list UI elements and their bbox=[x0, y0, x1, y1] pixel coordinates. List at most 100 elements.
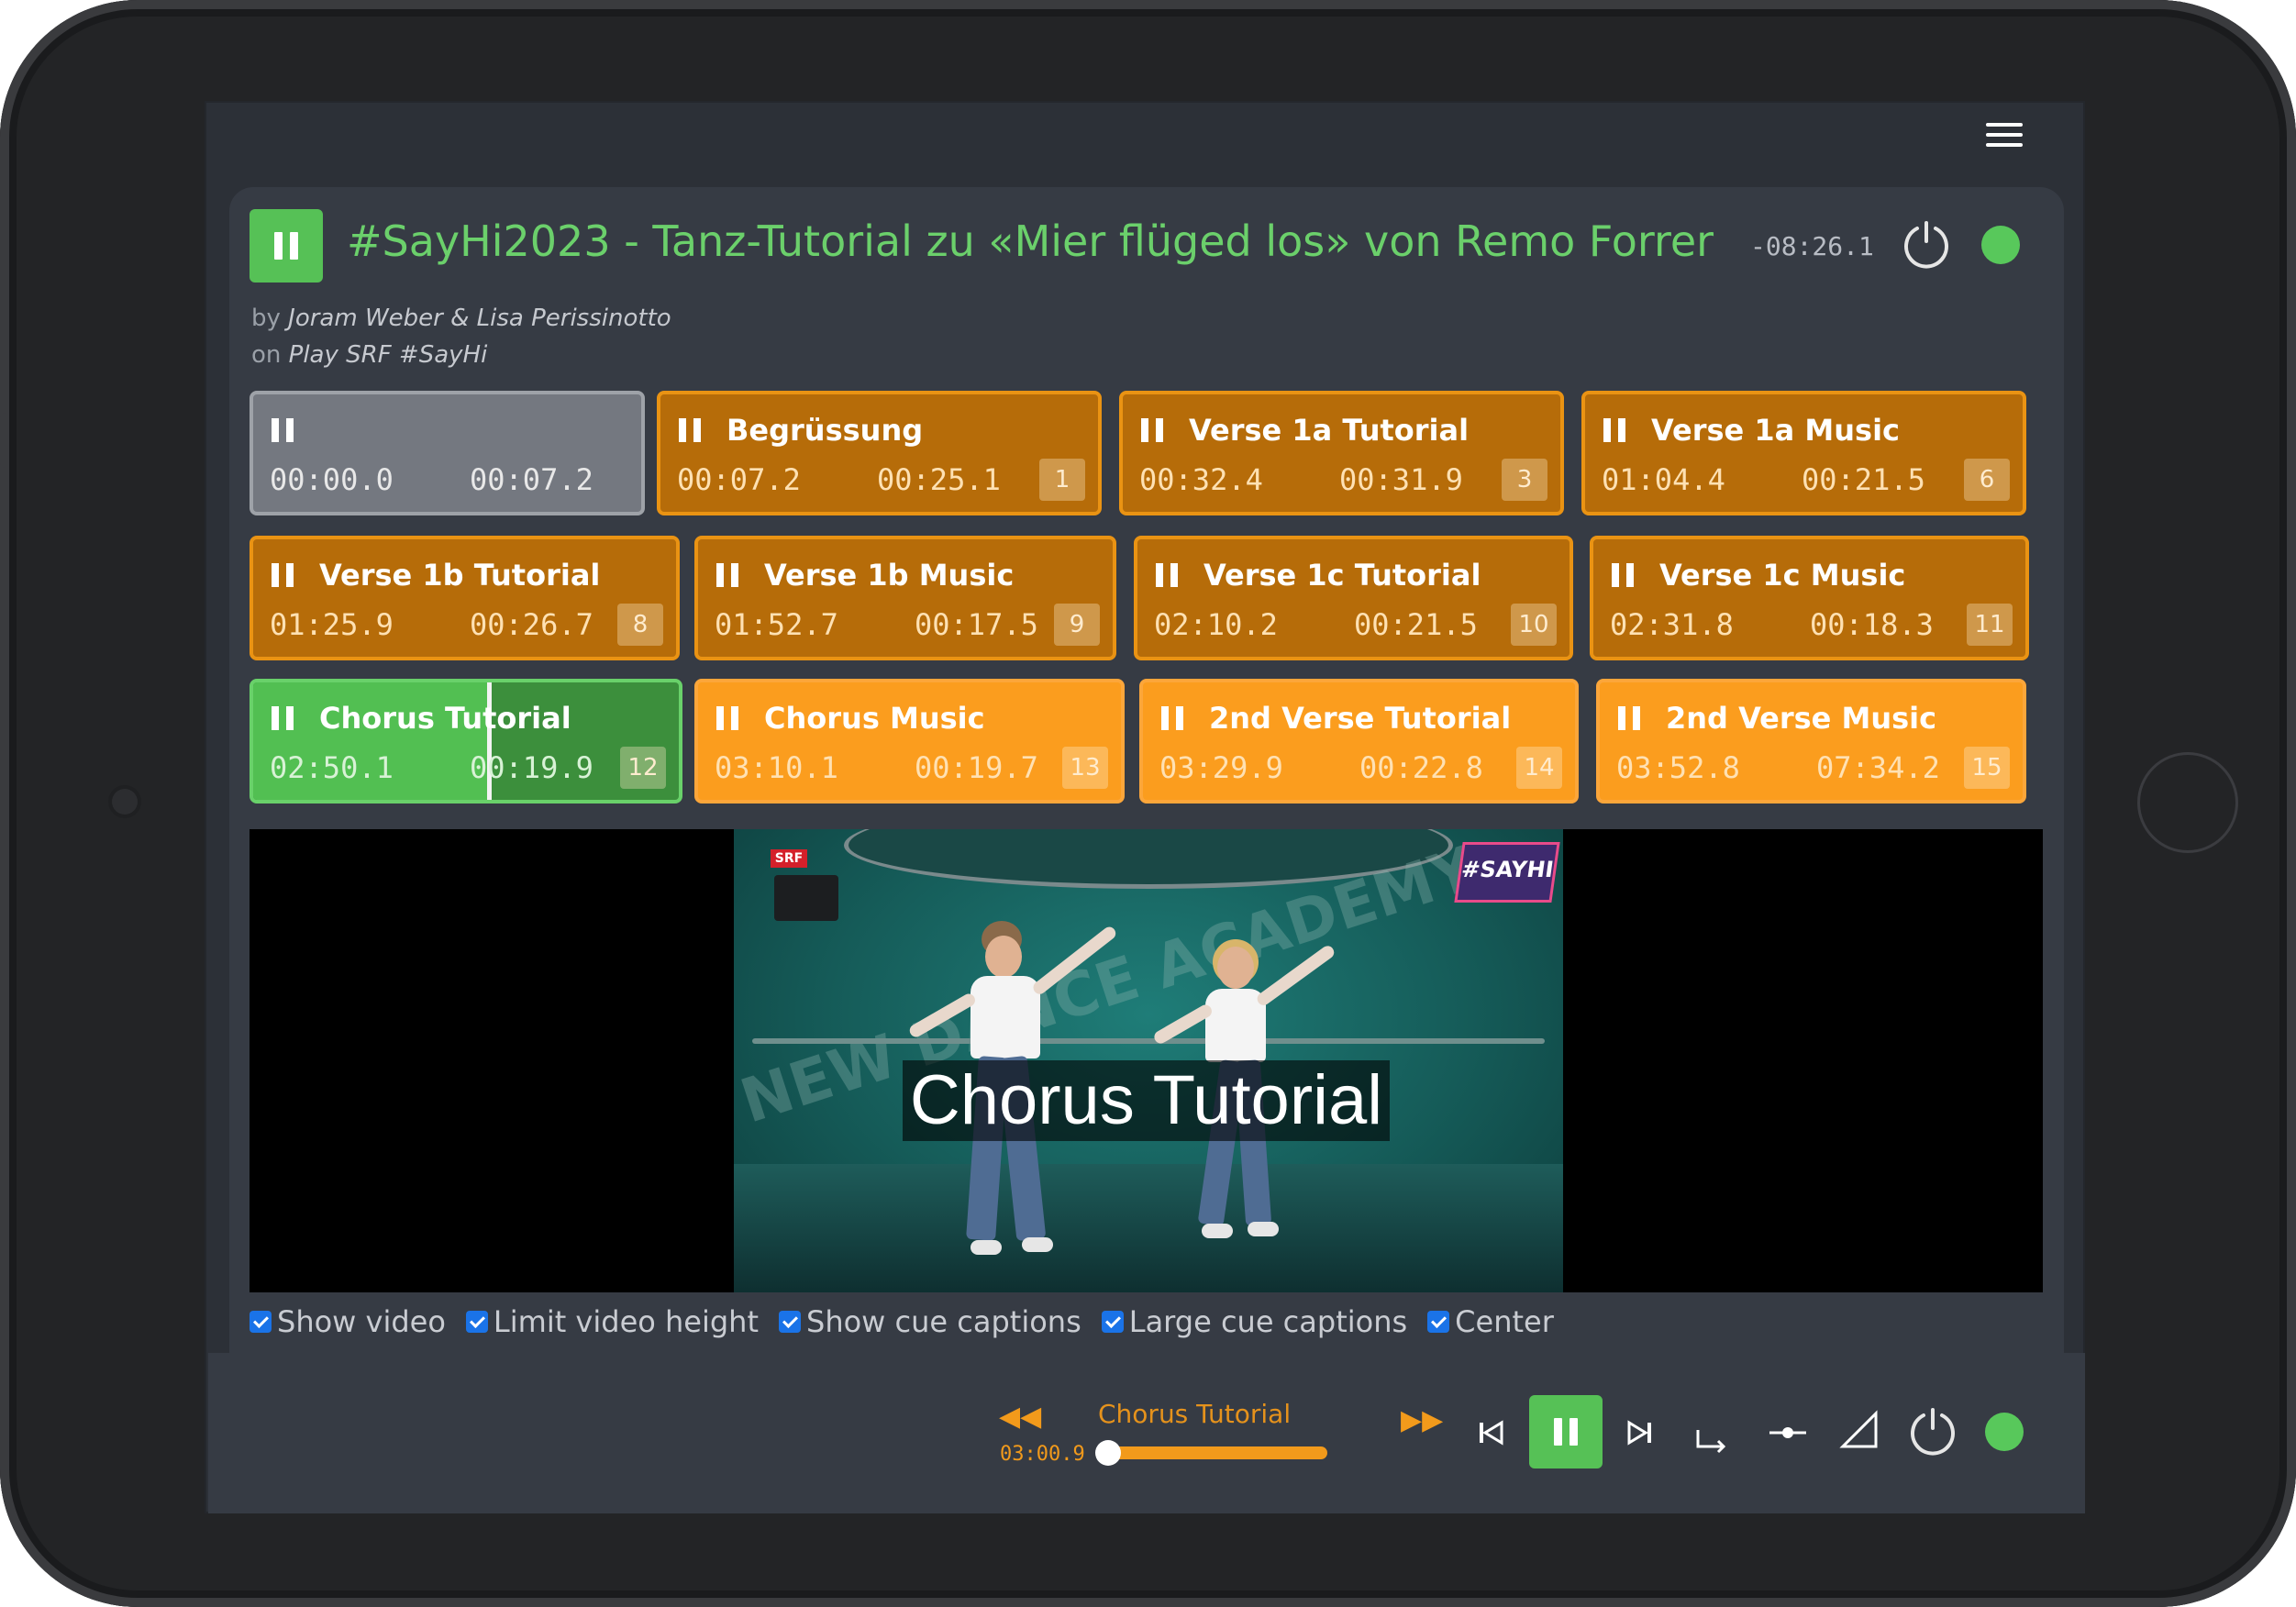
cue-button-9[interactable]: Chorus Tutorial 02:50.1 00:19.9 12 bbox=[250, 679, 682, 804]
cue-number-badge: 6 bbox=[1964, 459, 2010, 501]
cue-pause-icon bbox=[272, 563, 294, 587]
fast-forward-icon[interactable]: ▶▶ bbox=[1401, 1404, 1443, 1436]
home-button bbox=[2137, 752, 2238, 853]
track-title: #SayHi2023 - Tanz-Tutorial zu «Mier flüg… bbox=[347, 216, 1714, 266]
cue-name: Verse 1c Music bbox=[1659, 558, 1906, 593]
cue-pause-icon bbox=[1618, 706, 1640, 730]
cue-number-badge: 12 bbox=[620, 747, 666, 789]
transport-power-icon[interactable] bbox=[1907, 1406, 1958, 1457]
cue-duration: 00:19.7 bbox=[915, 750, 1038, 785]
remaining-time: -08:26.1 bbox=[1750, 231, 1874, 261]
cue-start-time: 00:07.2 bbox=[677, 462, 801, 497]
cue-button-7[interactable]: Verse 1c Tutorial 02:10.2 00:21.5 10 bbox=[1134, 536, 1573, 660]
track-album: on Play SRF #SayHi bbox=[251, 341, 488, 369]
cue-number-badge: 11 bbox=[1967, 604, 2013, 646]
previous-cue-icon[interactable] bbox=[1476, 1417, 1507, 1448]
option-show-cue-captions[interactable]: Show cue captions bbox=[779, 1304, 1081, 1339]
transport-status-indicator bbox=[1985, 1413, 2024, 1451]
cue-name: Verse 1b Music bbox=[764, 558, 1015, 593]
cue-duration: 07:34.2 bbox=[1816, 750, 1940, 785]
cue-duration: 00:26.7 bbox=[470, 607, 593, 642]
cue-duration: 00:21.5 bbox=[1354, 607, 1478, 642]
option-label: Show cue captions bbox=[806, 1304, 1081, 1339]
option-show-video[interactable]: Show video bbox=[250, 1304, 446, 1339]
track-pause-button[interactable] bbox=[250, 209, 323, 283]
loop-icon[interactable] bbox=[1694, 1424, 1731, 1456]
tablet-frame: #SayHi2023 - Tanz-Tutorial zu «Mier flüg… bbox=[0, 0, 2296, 1607]
cue-start-time: 02:31.8 bbox=[1610, 607, 1734, 642]
option-center[interactable]: Center bbox=[1427, 1304, 1554, 1339]
cue-name: Verse 1c Tutorial bbox=[1203, 558, 1481, 593]
cue-start-time: 02:10.2 bbox=[1154, 607, 1278, 642]
cue-duration: 00:18.3 bbox=[1810, 607, 1934, 642]
cue-name: Chorus Music bbox=[764, 701, 985, 736]
cue-duration: 00:31.9 bbox=[1339, 462, 1463, 497]
cue-name: Verse 1a Music bbox=[1651, 413, 1900, 448]
cue-number-badge: 9 bbox=[1054, 604, 1100, 646]
option-label: Center bbox=[1455, 1304, 1554, 1339]
front-camera bbox=[112, 789, 138, 815]
cue-button-5[interactable]: Verse 1b Tutorial 01:25.9 00:26.7 8 bbox=[250, 536, 680, 660]
checkbox-icon[interactable] bbox=[465, 1311, 488, 1333]
cue-pause-icon bbox=[716, 563, 738, 587]
option-large-cue-captions[interactable]: Large cue captions bbox=[1101, 1304, 1408, 1339]
cue-start-time: 03:52.8 bbox=[1616, 750, 1740, 785]
next-cue-icon[interactable] bbox=[1624, 1417, 1655, 1448]
cue-name: Begrüssung bbox=[727, 413, 924, 448]
cue-number-badge: 1 bbox=[1039, 459, 1085, 501]
rewind-icon[interactable]: ◀◀ bbox=[999, 1401, 1041, 1433]
volume-ramp-icon[interactable] bbox=[1839, 1410, 1880, 1450]
cue-duration: 00:19.9 bbox=[470, 750, 593, 785]
cue-start-time: 03:10.1 bbox=[715, 750, 838, 785]
checkbox-icon[interactable] bbox=[1427, 1311, 1450, 1333]
video-options: Show video Limit video height Show cue cap… bbox=[250, 1304, 1554, 1339]
cue-pause-icon bbox=[272, 418, 294, 442]
cue-button-6[interactable]: Verse 1b Music 01:52.7 00:17.5 9 bbox=[694, 536, 1116, 660]
cue-start-time: 00:00.0 bbox=[270, 462, 394, 497]
cue-duration: 00:17.5 bbox=[915, 607, 1038, 642]
cue-button-10[interactable]: Chorus Music 03:10.1 00:19.7 13 bbox=[694, 679, 1125, 804]
cue-number-badge: 13 bbox=[1062, 747, 1108, 789]
cue-pause-icon bbox=[716, 706, 738, 730]
option-label: Large cue captions bbox=[1128, 1304, 1408, 1339]
cue-button-11[interactable]: 2nd Verse Tutorial 03:29.9 00:22.8 14 bbox=[1139, 679, 1579, 804]
app-background: #SayHi2023 - Tanz-Tutorial zu «Mier flüg… bbox=[206, 103, 2085, 1513]
checkbox-icon[interactable] bbox=[250, 1311, 272, 1333]
cue-pause-icon bbox=[1612, 563, 1634, 587]
transport-pause-button[interactable] bbox=[1529, 1395, 1603, 1468]
cue-start-time: 03:29.9 bbox=[1159, 750, 1283, 785]
cue-name: 2nd Verse Music bbox=[1666, 701, 1937, 736]
cue-name: Chorus Tutorial bbox=[319, 701, 571, 736]
cue-button-4[interactable]: Verse 1a Music 01:04.4 00:21.5 6 bbox=[1581, 391, 2026, 515]
cue-button-12[interactable]: 2nd Verse Music 03:52.8 07:34.2 15 bbox=[1596, 679, 2026, 804]
cue-progress-slider[interactable] bbox=[1098, 1446, 1327, 1459]
checkbox-icon[interactable] bbox=[779, 1311, 801, 1333]
sayhi-logo: #SAYHI bbox=[1454, 842, 1560, 903]
cue-number-badge: 15 bbox=[1964, 747, 2010, 789]
hamburger-menu-icon[interactable] bbox=[1986, 123, 2023, 149]
cue-button-1[interactable]: 00:00.0 00:07.2 bbox=[250, 391, 645, 515]
slider-thumb[interactable] bbox=[1095, 1440, 1121, 1466]
current-time: 03:00.9 bbox=[1000, 1443, 1085, 1466]
cue-name: Verse 1b Tutorial bbox=[319, 558, 601, 593]
cue-pause-icon bbox=[1156, 563, 1178, 587]
cue-pause-icon bbox=[679, 418, 701, 442]
volume-up-hardware bbox=[0, 413, 9, 468]
cue-button-3[interactable]: Verse 1a Tutorial 00:32.4 00:31.9 3 bbox=[1119, 391, 1564, 515]
cue-button-2[interactable]: Begrüssung 00:07.2 00:25.1 1 bbox=[657, 391, 1102, 515]
power-fade-icon[interactable] bbox=[1901, 219, 1952, 271]
status-indicator bbox=[1981, 226, 2020, 264]
cue-button-8[interactable]: Verse 1c Music 02:31.8 00:18.3 11 bbox=[1590, 536, 2029, 660]
cue-pause-icon bbox=[1603, 418, 1625, 442]
checkbox-icon[interactable] bbox=[1101, 1311, 1124, 1333]
pause-icon bbox=[274, 232, 283, 260]
option-limit-video-height[interactable]: Limit video height bbox=[465, 1304, 759, 1339]
cue-start-time: 01:52.7 bbox=[715, 607, 838, 642]
cue-start-time: 01:04.4 bbox=[1602, 462, 1725, 497]
cue-number-badge: 14 bbox=[1516, 747, 1562, 789]
video-cue-caption: Chorus Tutorial bbox=[250, 1060, 2043, 1141]
cue-duration: 00:25.1 bbox=[877, 462, 1001, 497]
cue-start-time: 00:32.4 bbox=[1139, 462, 1263, 497]
video-player[interactable]: NEW DANCE ACADEMY SRF #SAYHI Chorus Tuto… bbox=[250, 829, 2043, 1292]
pitch-icon[interactable] bbox=[1768, 1417, 1808, 1448]
